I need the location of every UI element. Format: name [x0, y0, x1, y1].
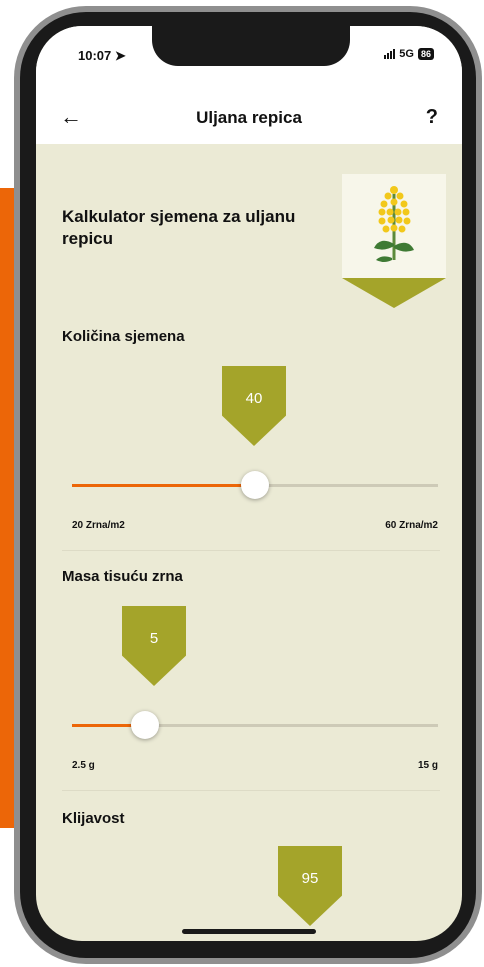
thousand-grain-mass-min: 2.5 g — [72, 760, 95, 771]
crop-image-card — [342, 174, 446, 278]
battery-icon: 86 — [417, 48, 434, 60]
help-button[interactable]: ? — [426, 106, 438, 129]
crop-card-pointer — [342, 278, 446, 308]
home-indicator[interactable] — [182, 929, 316, 934]
phone-notch — [152, 26, 350, 66]
thousand-grain-mass-label: Masa tisuću zrna — [62, 568, 183, 585]
seed-quantity-value-marker: 40 — [222, 366, 286, 446]
seed-quantity-label: Količina sjemena — [62, 328, 185, 345]
seed-quantity-max: 60 Zrna/m2 — [385, 520, 438, 531]
status-indicators: 5G 86 — [384, 48, 434, 60]
seed-quantity-min: 20 Zrna/m2 — [72, 520, 125, 531]
germination-value: 95 — [301, 870, 319, 887]
app-screen: 10:07 ➤ 5G 86 ← Uljana repica ? Kalkulat… — [36, 26, 462, 941]
time-text: 10:07 — [78, 48, 112, 63]
thousand-grain-mass-value: 5 — [149, 630, 159, 647]
seed-quantity-thumb[interactable] — [241, 471, 269, 499]
section-divider — [62, 790, 440, 791]
thousand-grain-mass-max: 15 g — [417, 760, 438, 771]
page-title: Uljana repica — [196, 108, 302, 127]
seed-quantity-value: 40 — [245, 390, 263, 407]
germination-label: Klijavost — [62, 810, 125, 827]
status-time: 10:07 ➤ — [78, 48, 126, 64]
section-divider — [62, 550, 440, 551]
top-bar: 10:07 ➤ 5G 86 ← Uljana repica ? — [36, 26, 462, 144]
thousand-grain-mass-value-marker: 5 — [122, 606, 186, 686]
signal-icon — [384, 49, 396, 59]
thousand-grain-mass-thumb[interactable] — [131, 711, 160, 739]
calculator-heading: Kalkulator sjemena za uljanu repicu — [62, 207, 296, 248]
thousand-grain-mass-slider[interactable] — [72, 711, 438, 739]
germination-value-marker: 95 — [278, 846, 342, 926]
network-label: 5G — [399, 48, 414, 60]
rapeseed-plant-icon — [374, 186, 414, 262]
seed-quantity-slider[interactable] — [72, 471, 438, 499]
seed-quantity-fill — [72, 484, 255, 487]
location-arrow-icon: ➤ — [114, 48, 126, 63]
